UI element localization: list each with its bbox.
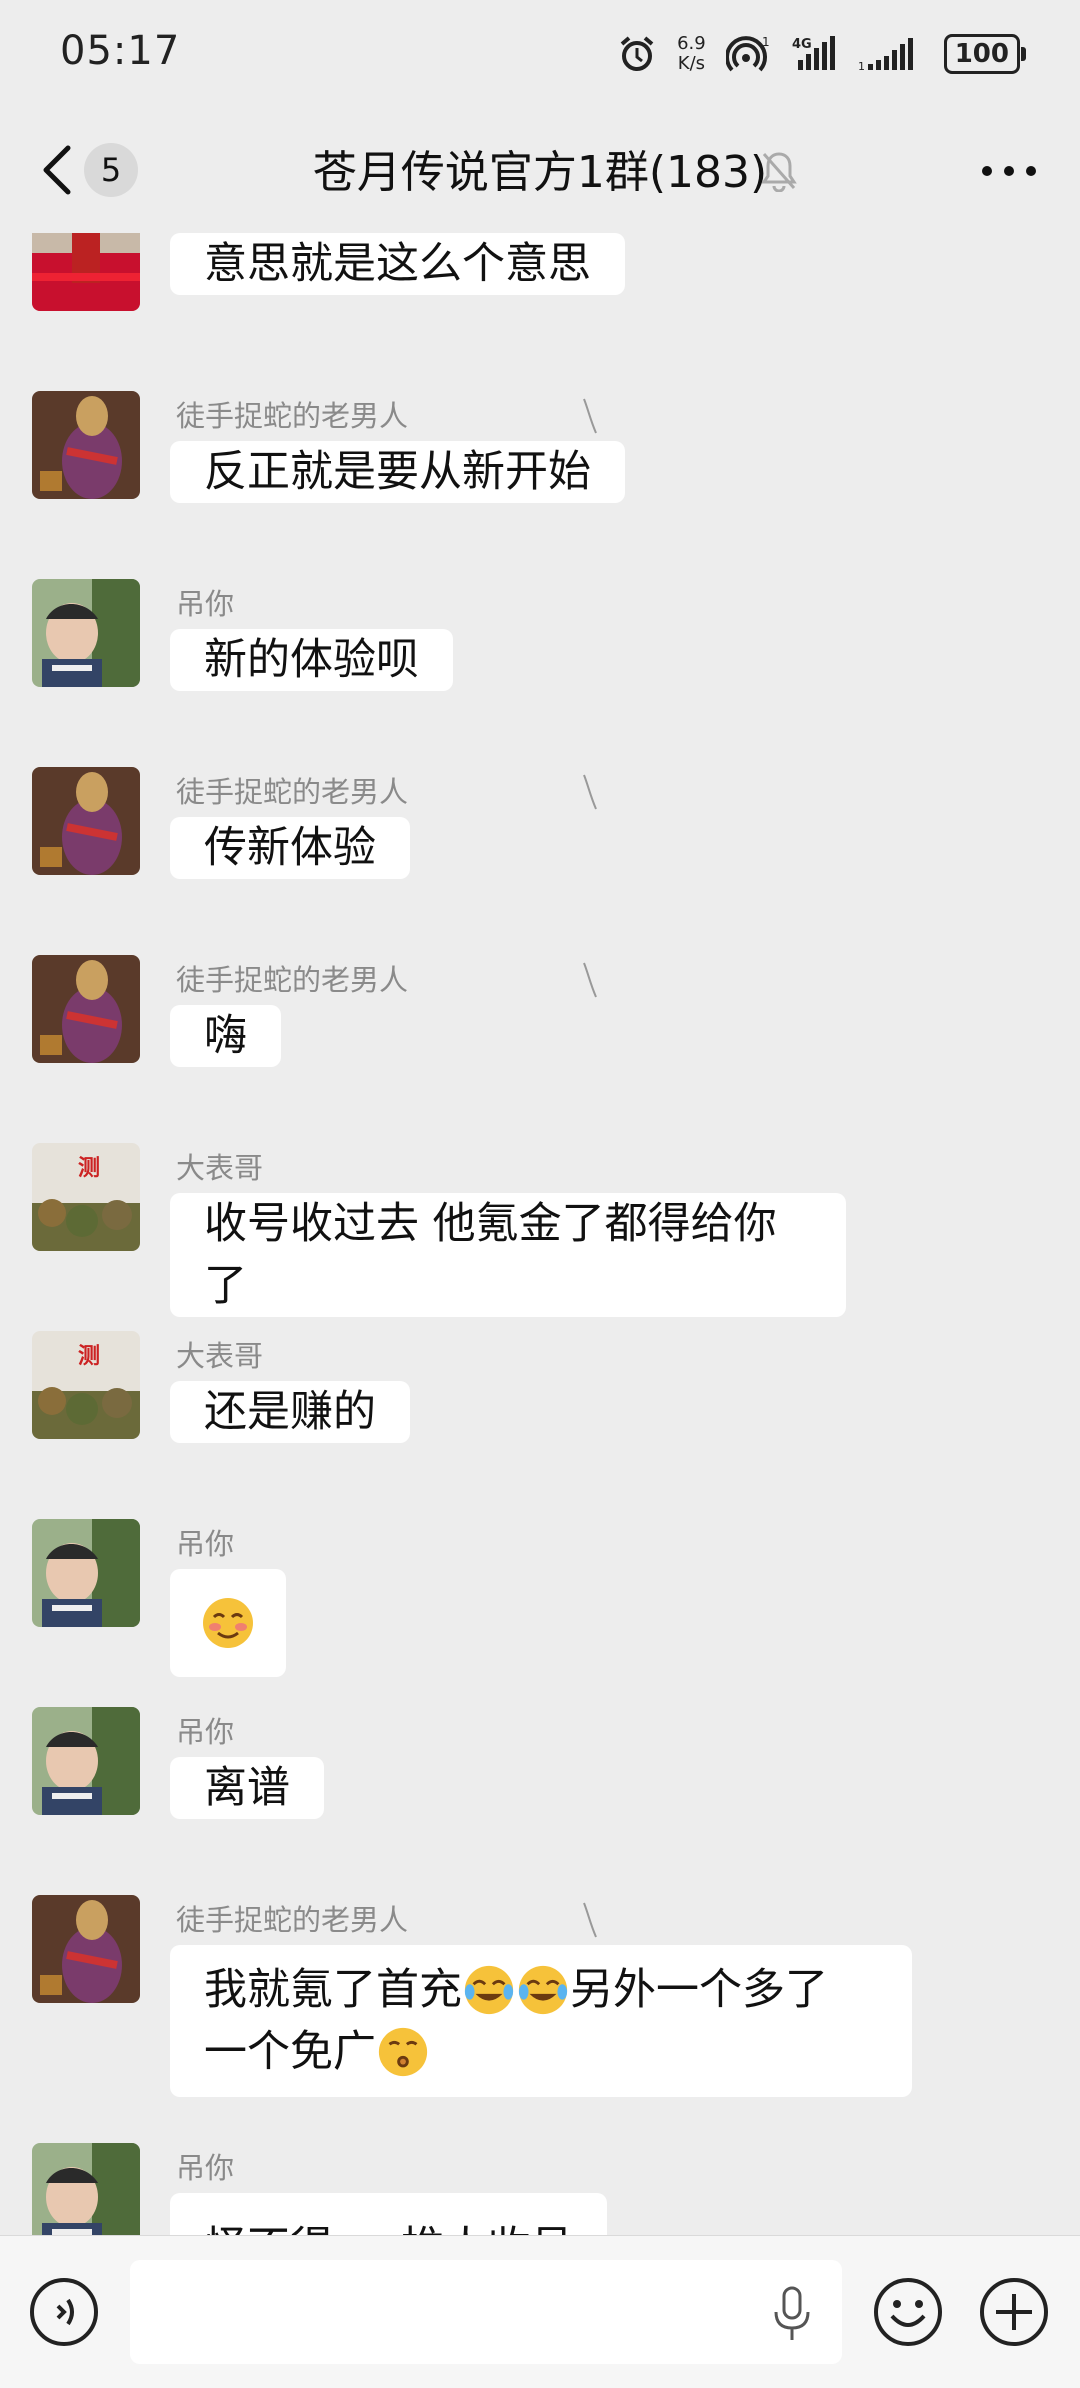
message-text: 一个免广 <box>204 2027 376 2077</box>
sender-name: 吊你 <box>176 1715 235 1749</box>
sender-name: 大表哥 <box>176 1151 264 1185</box>
status-icons: 6.9 K/s 1 4G 1 100 <box>617 28 1027 80</box>
sender-name: 徒手捉蛇的老男人 <box>176 963 409 997</box>
signal-icon: 1 <box>858 38 913 73</box>
input-bar <box>0 2235 1080 2388</box>
message-text: 怪不得 ... 推人收号 <box>204 2223 573 2235</box>
alarm-icon <box>620 36 654 71</box>
message-input[interactable] <box>130 2260 842 2364</box>
sender-name: 徒手捉蛇的老男人 <box>176 1903 409 1937</box>
whistle-emoji <box>378 2027 428 2077</box>
blushing-smile-emoji <box>203 1598 253 1648</box>
message-text: 反正就是要从新开始 <box>204 447 591 497</box>
sender-name: 吊你 <box>176 1527 235 1561</box>
message-list[interactable]: 意思就是这么个意思 徒手捉蛇的老男人 反正就是要从新开始 吊你 新的体验呗 徒手… <box>0 233 1080 2235</box>
message-text: 另外一个多了 <box>570 1965 828 2015</box>
sender-name: 吊你 <box>176 2151 235 2185</box>
reply-marker-icon <box>583 1902 597 1938</box>
avatar[interactable] <box>32 955 140 1063</box>
battery-indicator: 100 <box>943 34 1027 74</box>
message-bubble[interactable] <box>170 1569 286 1677</box>
sender-name: 徒手捉蛇的老男人 <box>176 399 409 433</box>
tears-of-joy-emoji <box>518 1965 568 2015</box>
message-text: 意思就是这么个意思 <box>204 239 591 289</box>
avatar[interactable] <box>32 391 140 499</box>
message-line: 一个免广 <box>204 2021 878 2083</box>
message-bubble[interactable]: 传新体验 <box>170 817 410 879</box>
status-bar: 05:17 6.9 K/s 1 4G 1 100 <box>0 0 1080 108</box>
title-bar: 5 苍月传说官方1群(183) <box>0 108 1080 233</box>
sender-name: 大表哥 <box>176 1339 264 1373</box>
avatar[interactable] <box>32 1519 140 1627</box>
more-icon <box>982 166 1036 176</box>
avatar[interactable] <box>32 1707 140 1815</box>
reply-marker-icon <box>583 962 597 998</box>
chat-title: 苍月传说官方1群(183) <box>312 147 768 198</box>
svg-text:4G: 4G <box>792 37 812 52</box>
reply-marker-icon <box>583 398 597 434</box>
message-text: 嗨 <box>204 1011 247 1061</box>
svg-text:1: 1 <box>858 60 865 73</box>
message-bubble[interactable]: 收号收过去 他氪金了都得给你了 <box>170 1193 846 1317</box>
message-bubble[interactable]: 还是赚的 <box>170 1381 410 1443</box>
svg-text:测: 测 <box>78 1156 100 1181</box>
svg-text:测: 测 <box>78 1344 100 1369</box>
message-text: 新的体验呗 <box>204 635 419 685</box>
avatar[interactable] <box>32 1895 140 2003</box>
avatar[interactable] <box>32 767 140 875</box>
message-bubble[interactable]: 嗨 <box>170 1005 281 1067</box>
more-options-button[interactable] <box>974 152 1044 192</box>
message-line: 我就氪了首充 另外一个多了 <box>204 1959 878 2021</box>
emoji-icon[interactable] <box>872 2276 944 2348</box>
message-bubble[interactable]: 意思就是这么个意思 <box>170 233 625 295</box>
message-bubble[interactable]: 怪不得 ... 推人收号 <box>170 2193 608 2235</box>
net-speed: 6.9 K/s <box>677 33 706 74</box>
tears-of-joy-emoji <box>464 1965 514 2015</box>
reply-marker-icon <box>583 774 597 810</box>
muted-bell-icon <box>761 152 797 192</box>
sender-name: 徒手捉蛇的老男人 <box>176 775 409 809</box>
microphone-icon[interactable] <box>770 2284 814 2344</box>
message-bubble[interactable]: 离谱 <box>170 1757 324 1819</box>
message-text: 收号收过去 他氪金了都得给你了 <box>204 1199 777 1311</box>
hotspot-icon: 1 <box>725 35 770 72</box>
message-text: 传新体验 <box>204 823 376 873</box>
avatar[interactable]: 测 <box>32 1143 140 1251</box>
plus-icon[interactable] <box>978 2276 1050 2348</box>
avatar[interactable] <box>32 579 140 687</box>
avatar[interactable]: 测 <box>32 1331 140 1439</box>
message-text: 离谱 <box>204 1763 290 1813</box>
sender-name: 吊你 <box>176 587 235 621</box>
message-bubble[interactable]: 新的体验呗 <box>170 629 453 691</box>
message-bubble[interactable]: 我就氪了首充 另外一个多了 一个免广 <box>170 1945 912 2097</box>
avatar[interactable] <box>32 2143 140 2235</box>
avatar[interactable] <box>32 233 140 311</box>
message-text: 我就氪了首充 <box>204 1965 462 2015</box>
message-bubble[interactable]: 反正就是要从新开始 <box>170 441 625 503</box>
status-time: 05:17 <box>60 28 181 74</box>
voice-mode-icon[interactable] <box>28 2276 100 2348</box>
signal-4g-icon: 4G <box>792 36 835 70</box>
message-text: 还是赚的 <box>204 1387 376 1437</box>
svg-text:1: 1 <box>762 35 770 49</box>
